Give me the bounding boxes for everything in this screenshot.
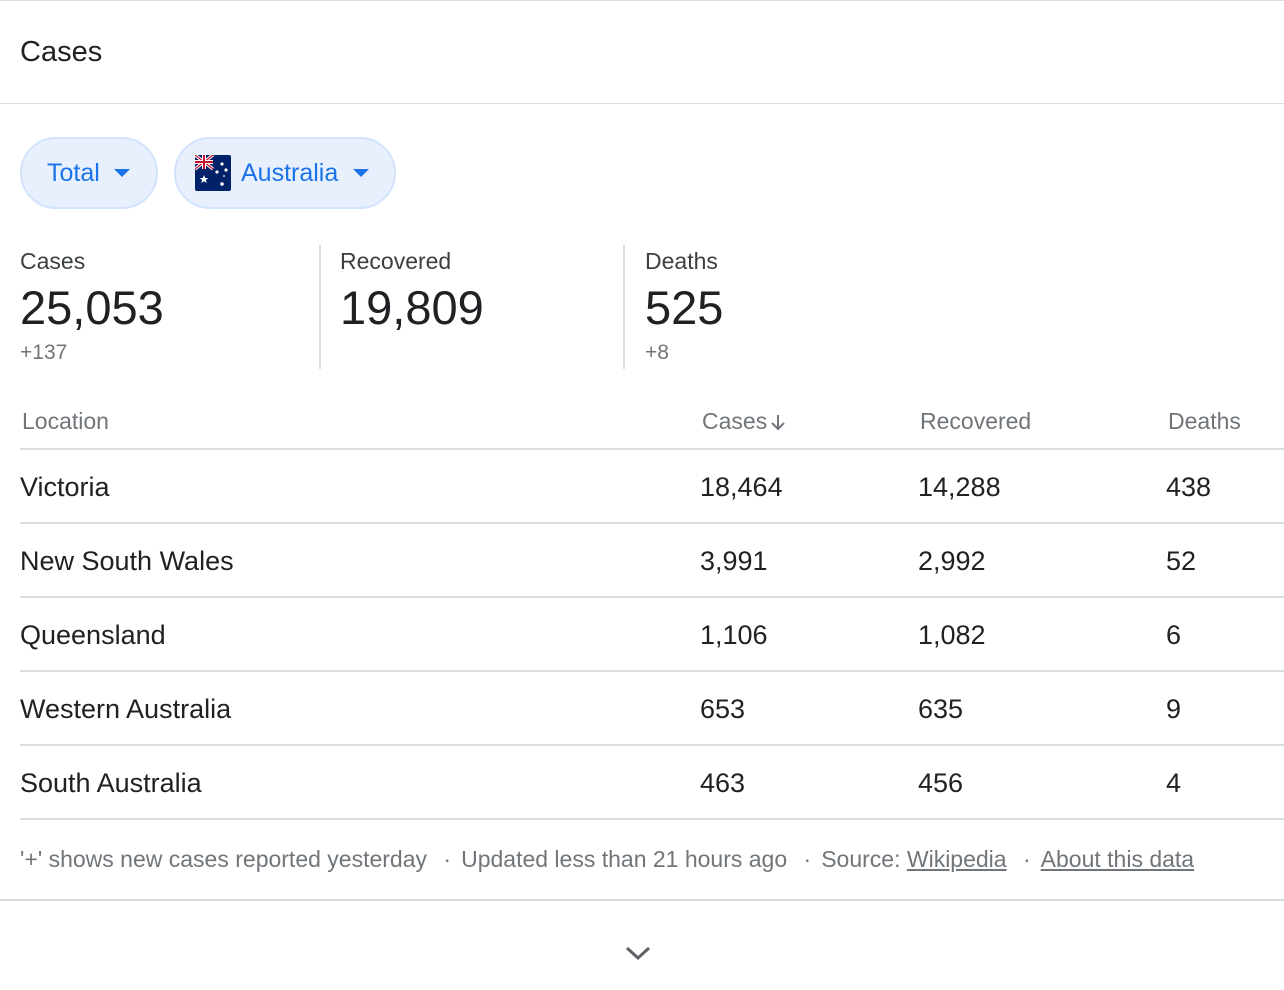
summary-cases-label: Cases xyxy=(20,248,86,274)
arrow-down-icon xyxy=(771,415,785,431)
footer-note: '+' shows new cases reported yesterday ·… xyxy=(20,844,1194,874)
summary-recovered: Recovered 19,809 xyxy=(340,245,625,369)
australia-flag-icon xyxy=(195,155,231,191)
table-row[interactable]: South Australia 463 456 4 xyxy=(20,746,1284,820)
column-header-deaths[interactable]: Deaths xyxy=(1168,407,1241,435)
cell-deaths: 438 xyxy=(1166,472,1212,502)
table-body: Victoria 18,464 14,288 438 New South Wal… xyxy=(20,450,1284,820)
footer-separator: · xyxy=(443,846,452,872)
covid-stats-card: Cases Total Australia Cases 25,053 +137 … xyxy=(0,0,1284,990)
summary-deaths-label: Deaths xyxy=(645,248,718,274)
cell-cases: 653 xyxy=(700,694,746,724)
summary-deaths: Deaths 525 +8 xyxy=(645,245,945,369)
divider xyxy=(0,899,1284,901)
expand-button[interactable] xyxy=(618,933,658,973)
cell-location: Queensland xyxy=(20,620,166,650)
card-header: Cases xyxy=(0,1,1284,104)
column-header-recovered[interactable]: Recovered xyxy=(920,407,1031,435)
summary-cases: Cases 25,053 +137 xyxy=(20,245,321,369)
chevron-down-icon xyxy=(625,946,651,961)
cell-deaths: 4 xyxy=(1166,768,1182,798)
table-row[interactable]: New South Wales 3,991 2,992 52 xyxy=(20,524,1284,598)
cell-location: South Australia xyxy=(20,768,202,798)
summary-cases-delta: +137 xyxy=(20,341,68,364)
footer-source-label: Source: xyxy=(821,846,901,872)
summary-deaths-value: 525 xyxy=(645,281,724,334)
caret-down-icon xyxy=(113,169,130,177)
period-filter-dropdown[interactable]: Total xyxy=(20,137,158,209)
period-filter-label: Total xyxy=(47,159,100,187)
cell-deaths: 52 xyxy=(1166,546,1197,576)
cell-recovered: 456 xyxy=(918,768,964,798)
footer-plus-note: '+' shows new cases reported yesterday xyxy=(20,846,428,872)
table-row[interactable]: Queensland 1,106 1,082 6 xyxy=(20,598,1284,672)
footer-separator: · xyxy=(803,846,812,872)
cell-deaths: 6 xyxy=(1166,620,1182,650)
summary-cases-value: 25,053 xyxy=(20,281,164,334)
summary-recovered-label: Recovered xyxy=(340,248,452,274)
cell-deaths: 9 xyxy=(1166,694,1182,724)
region-filter-label: Australia xyxy=(241,159,339,187)
cell-cases: 18,464 xyxy=(700,472,783,502)
cell-cases: 3,991 xyxy=(700,546,768,576)
cell-recovered: 2,992 xyxy=(918,546,986,576)
footer-separator: · xyxy=(1022,846,1031,872)
table-row[interactable]: Victoria 18,464 14,288 438 xyxy=(20,450,1284,524)
caret-down-icon xyxy=(353,169,370,177)
column-header-cases-label: Cases xyxy=(702,408,768,434)
about-data-link[interactable]: About this data xyxy=(1041,846,1194,872)
footer-updated: Updated less than 21 hours ago xyxy=(461,846,788,872)
cell-recovered: 635 xyxy=(918,694,964,724)
cell-cases: 463 xyxy=(700,768,746,798)
summary-recovered-value: 19,809 xyxy=(340,281,484,334)
cell-location: Western Australia xyxy=(20,694,232,724)
cell-cases: 1,106 xyxy=(700,620,768,650)
cell-location: Victoria xyxy=(20,472,110,502)
cell-recovered: 1,082 xyxy=(918,620,986,650)
table-header: Location Cases Recovered Deaths xyxy=(20,393,1284,450)
summary-deaths-delta: +8 xyxy=(645,341,669,364)
region-filter-dropdown[interactable]: Australia xyxy=(174,137,396,209)
column-header-cases[interactable]: Cases xyxy=(702,407,787,435)
cell-recovered: 14,288 xyxy=(918,472,1001,502)
page-title: Cases xyxy=(20,36,103,68)
table-row[interactable]: Western Australia 653 635 9 xyxy=(20,672,1284,746)
column-header-location[interactable]: Location xyxy=(22,407,109,435)
cell-location: New South Wales xyxy=(20,546,234,576)
source-link[interactable]: Wikipedia xyxy=(907,846,1007,872)
